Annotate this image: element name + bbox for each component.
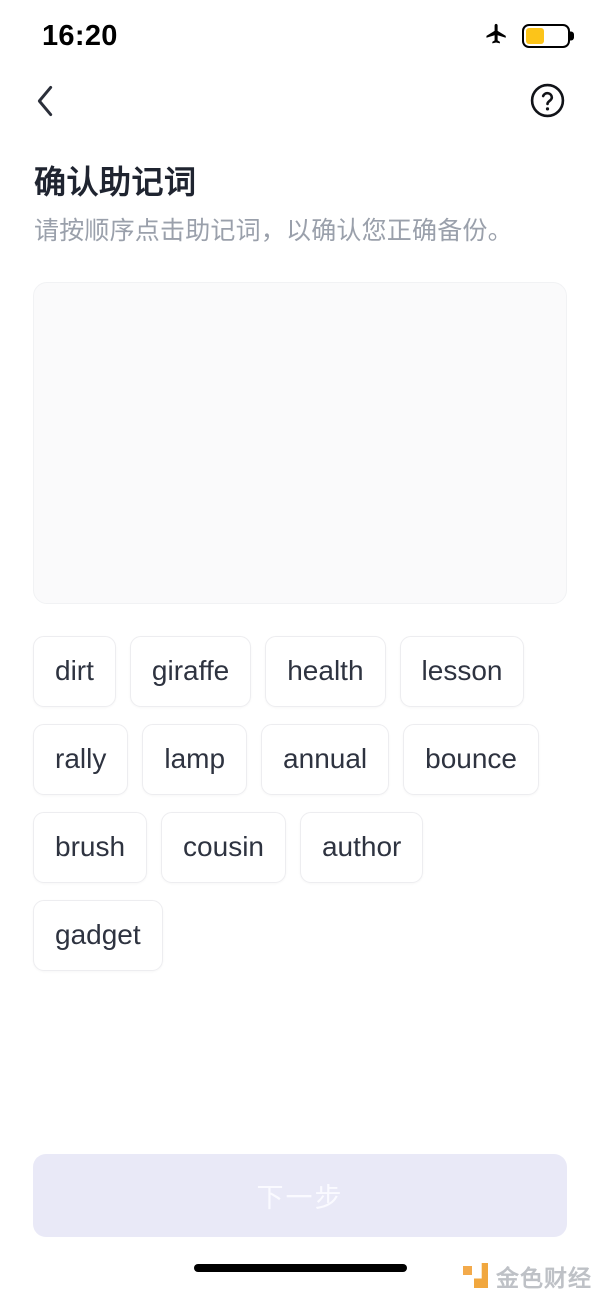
word-chip[interactable]: dirt (33, 635, 116, 707)
word-chip[interactable]: brush (33, 811, 148, 883)
next-button[interactable]: 下一步 (33, 1154, 567, 1237)
question-circle-icon (529, 82, 566, 124)
jinse-logo-icon (463, 1263, 489, 1289)
word-chip[interactable]: health (265, 635, 386, 707)
navigation-bar (0, 72, 600, 134)
battery-icon (522, 24, 570, 48)
selected-words-area[interactable] (33, 281, 567, 604)
word-chip[interactable]: rally (33, 723, 129, 795)
page-title: 确认助记词 (34, 164, 197, 200)
back-button[interactable] (22, 80, 68, 126)
word-chip[interactable]: bounce (403, 723, 540, 795)
bottom-bar: 金色财经 (0, 1237, 600, 1299)
word-chip[interactable]: gadget (33, 899, 163, 971)
word-chip[interactable]: cousin (161, 811, 286, 883)
header-block: 确认助记词 请按顺序点击助记词，以确认您正确备份。 (0, 134, 600, 249)
watermark: 金色财经 (463, 1259, 592, 1293)
status-indicators (483, 21, 570, 52)
page-subtitle: 请按顺序点击助记词，以确认您正确备份。 (34, 217, 513, 245)
status-bar: 16:20 (0, 0, 600, 72)
word-chip[interactable]: author (299, 811, 424, 883)
help-button[interactable] (524, 80, 570, 126)
watermark-text: 金色财经 (496, 1265, 592, 1291)
app-screen: 16:20 确认助记词 请按顺序点击助记词，以确认您正确备份。 dirt gir… (0, 0, 600, 1299)
word-chip[interactable]: lamp (142, 723, 248, 795)
airplane-icon (483, 21, 509, 52)
word-chip[interactable]: lesson (399, 635, 525, 707)
word-pool: dirt giraffe health lesson rally lamp annual bo… (33, 635, 567, 971)
status-time: 16:20 (42, 19, 118, 52)
chevron-left-icon (32, 84, 58, 123)
home-indicator[interactable] (193, 1264, 407, 1272)
word-chip[interactable]: annual (261, 723, 390, 795)
word-chip[interactable]: giraffe (129, 635, 252, 707)
